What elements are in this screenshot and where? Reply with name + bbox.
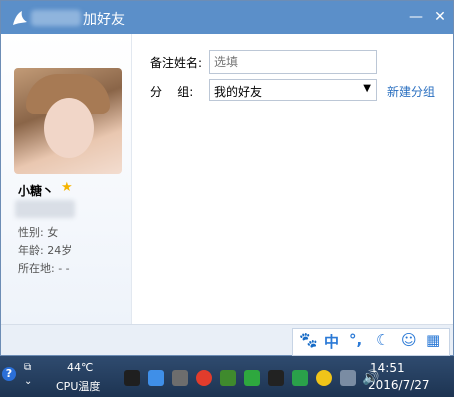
music-icon[interactable] bbox=[196, 370, 212, 386]
dropdown-arrow-icon: ▼ bbox=[363, 83, 371, 94]
profile-sidebar: 小糖丶 ★ 性别: 女 年龄: 24岁 所在地: - - bbox=[1, 34, 132, 324]
minimize-button[interactable]: — bbox=[405, 7, 427, 27]
close-icon: ✕ bbox=[434, 9, 446, 25]
add-friend-window: 加好友 — ✕ 小糖丶 ★ 性别: 女 年龄: 24岁 所在地: - - 备注姓… bbox=[0, 0, 454, 356]
remark-input[interactable] bbox=[209, 50, 377, 74]
ime-chinese-mode[interactable]: 中 bbox=[324, 331, 339, 352]
nickname: 小糖丶 bbox=[18, 184, 55, 198]
security-shield-icon[interactable] bbox=[292, 370, 308, 386]
cpu-temp-label: CPU温度 bbox=[56, 380, 101, 393]
star-icon: ★ bbox=[61, 180, 73, 195]
group-select[interactable]: 我的好友 ▼ bbox=[209, 79, 377, 101]
expand-icon[interactable]: ⌄ bbox=[24, 376, 32, 387]
nvidia-icon[interactable] bbox=[220, 370, 236, 386]
temperature: 44℃ bbox=[67, 361, 94, 374]
help-icon[interactable]: ? bbox=[2, 367, 16, 381]
avatar[interactable] bbox=[14, 68, 122, 174]
restore-icon[interactable]: ⧉ bbox=[24, 362, 31, 373]
volume-icon[interactable]: 🔊 bbox=[362, 370, 379, 386]
moon-icon[interactable]: ☾ bbox=[376, 331, 389, 349]
grid-icon[interactable]: ▦ bbox=[426, 331, 440, 349]
ime-punctuation-mode[interactable]: °, bbox=[349, 331, 362, 349]
avatar-face bbox=[44, 98, 94, 158]
close-button[interactable]: ✕ bbox=[429, 7, 451, 27]
user-icon[interactable]: ☺ bbox=[401, 331, 417, 349]
title-bar[interactable]: 加好友 — ✕ bbox=[1, 1, 453, 34]
qq-tray-icon[interactable] bbox=[268, 370, 284, 386]
group-label: 分 组: bbox=[150, 85, 194, 99]
qq-logo-icon bbox=[13, 11, 27, 25]
window-title: 加好友 bbox=[83, 12, 125, 28]
network-icon[interactable] bbox=[340, 370, 356, 386]
blurred-name bbox=[31, 10, 81, 26]
age-info: 年龄: 24岁 bbox=[18, 244, 73, 257]
person-icon[interactable] bbox=[172, 370, 188, 386]
ime-toolbar: 🐾 中 °, ☾ ☺ ▦ bbox=[292, 328, 450, 356]
box-icon[interactable] bbox=[148, 370, 164, 386]
app-icon[interactable] bbox=[244, 370, 260, 386]
location-info: 所在地: - - bbox=[18, 262, 70, 275]
remark-label: 备注姓名: bbox=[150, 56, 203, 70]
penguin-icon[interactable] bbox=[124, 370, 140, 386]
plus-icon[interactable] bbox=[316, 370, 332, 386]
new-group-link[interactable]: 新建分组 bbox=[387, 83, 435, 100]
minimize-icon: — bbox=[409, 9, 423, 25]
gender-info: 性别: 女 bbox=[18, 226, 59, 239]
blurred-account bbox=[15, 200, 75, 218]
group-select-value: 我的好友 bbox=[214, 85, 263, 99]
paw-icon[interactable]: 🐾 bbox=[299, 331, 318, 349]
